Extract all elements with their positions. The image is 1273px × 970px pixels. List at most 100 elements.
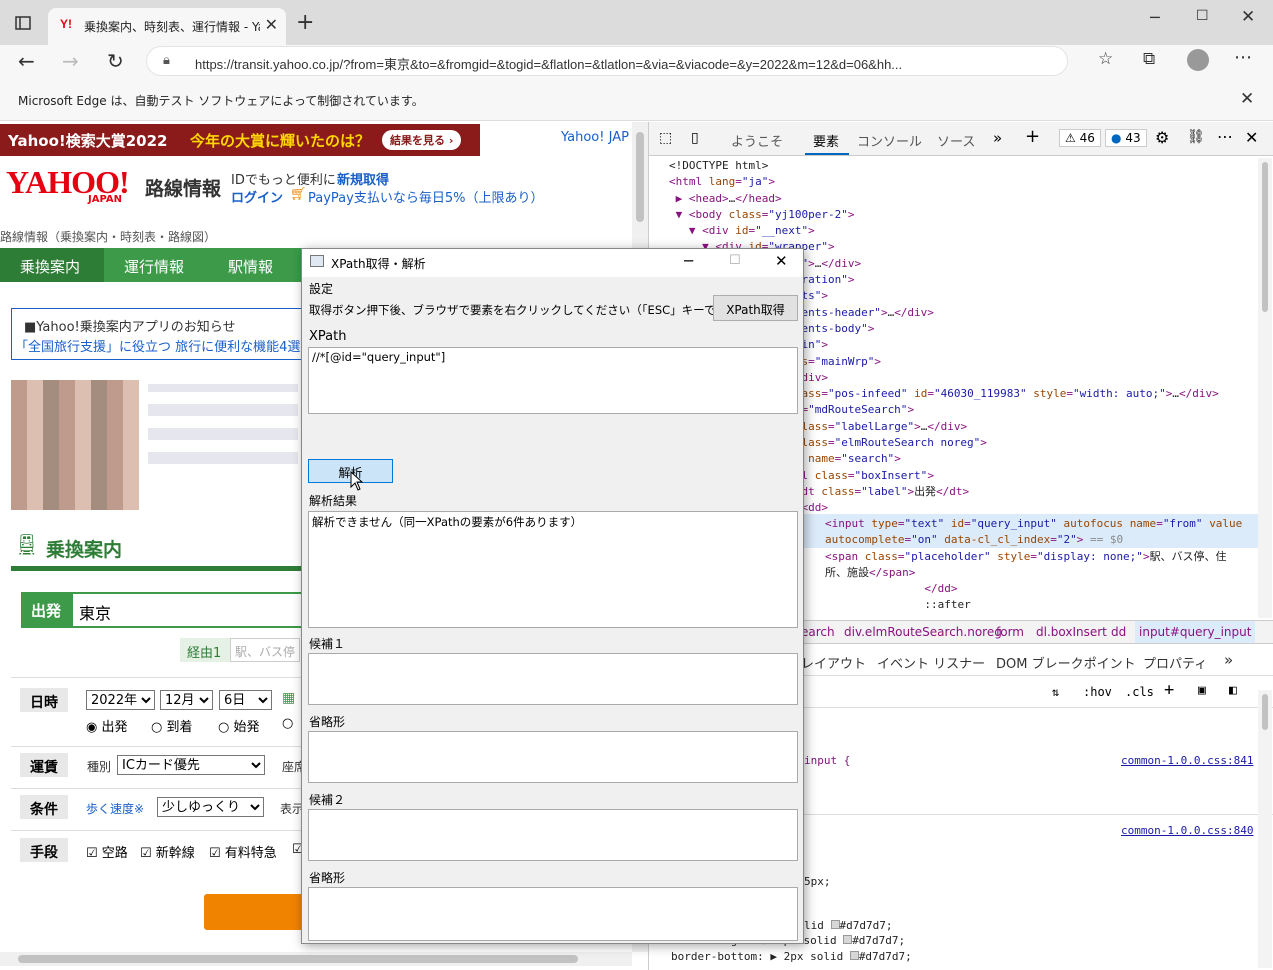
forward-icon[interactable]: → [62, 49, 79, 73]
color-swatch[interactable] [849, 951, 859, 960]
settings-more-icon[interactable]: ⋯ [1234, 47, 1252, 68]
add-tab-icon[interactable]: + [1025, 126, 1040, 147]
dialog-maximize-icon[interactable]: ☐ [729, 253, 741, 268]
minimize-icon[interactable]: ─ [1150, 8, 1160, 27]
infobar-close-icon[interactable]: ✕ [1240, 89, 1254, 109]
connect-icon[interactable]: ⛓ [1187, 129, 1205, 145]
yahoo-logo[interactable]: YAHOO! JAPAN [6, 164, 146, 210]
crumb-search[interactable]: earch [801, 625, 835, 639]
signup-link[interactable]: 新規取得 [337, 169, 389, 188]
inspect-icon[interactable]: ⬚ [659, 130, 672, 146]
month-select[interactable]: 12月 [160, 690, 213, 710]
messages-badge[interactable]: ● 43 [1105, 129, 1147, 147]
style-source-link-1[interactable]: common-1.0.0.css:841 [1121, 754, 1253, 767]
notice-link[interactable]: 「全国旅行支援」に役立つ 旅行に便利な機能4選 [15, 336, 300, 355]
favorites-icon[interactable]: ☆ [1098, 49, 1113, 69]
devtools-close-icon[interactable]: ✕ [1245, 128, 1258, 147]
more-menu-icon[interactable]: ⋯ [1217, 127, 1233, 146]
refresh-icon[interactable]: ↻ [107, 49, 124, 73]
login-link[interactable]: ログイン [231, 187, 283, 206]
nav-station[interactable]: 駅情報 [228, 256, 273, 277]
style-source-link-2[interactable]: common-1.0.0.css:840 [1121, 824, 1253, 837]
year-select[interactable]: 2022年 [86, 690, 155, 710]
depart-field[interactable]: 出発 東京 [21, 592, 311, 628]
crumb-div[interactable]: div.elmRouteSearch.noreg [844, 625, 1002, 639]
candidate2-textbox[interactable] [308, 809, 798, 861]
lock-icon[interactable]: 🔒︎ [163, 53, 170, 68]
warnings-badge[interactable]: ⚠ 46 [1059, 129, 1101, 147]
check-air[interactable]: ☑ 空路 [86, 842, 128, 861]
dom-scroll-thumb[interactable] [1262, 162, 1268, 312]
ad-text-blurred[interactable] [148, 384, 298, 464]
nav-service[interactable]: 運行情報 [124, 256, 184, 277]
maximize-icon[interactable]: ☐ [1196, 8, 1209, 24]
abbr2-textbox[interactable] [308, 887, 798, 941]
dom-scrollbar[interactable] [1258, 158, 1272, 618]
selected-node-code[interactable]: <input type="text" id="query_input" auto… [825, 516, 1242, 614]
style-prop-1[interactable]: lid #d7d7d7; [804, 919, 892, 932]
device-icon[interactable]: ▯ [691, 130, 699, 146]
hov-toggle[interactable]: :hov [1083, 685, 1112, 699]
subtab-dom-breakpoints[interactable]: DOM ブレークポイント [996, 653, 1136, 672]
cls-toggle[interactable]: .cls [1125, 685, 1154, 699]
subtab-properties[interactable]: プロパティ [1143, 653, 1207, 672]
tab-welcome[interactable]: ようこそ [731, 131, 783, 150]
crumb-dd[interactable]: dd [1111, 625, 1126, 639]
check-shinkansen[interactable]: ☑ 新幹線 [140, 842, 195, 861]
result-textbox[interactable]: 解析できません（同一XPathの要素が6件あります） [308, 511, 798, 628]
dialog-close-icon[interactable]: ✕ [775, 252, 788, 270]
tab-sources[interactable]: ソース [937, 131, 975, 150]
check-express[interactable]: ☑ 有料特急 [209, 842, 277, 861]
color-swatch[interactable] [843, 935, 853, 944]
radio-last[interactable]: ○ [282, 716, 293, 731]
search-button[interactable] [204, 894, 314, 930]
window-close-icon[interactable]: ✕ [1241, 7, 1255, 27]
radio-arrive[interactable]: ○ 到着 [151, 716, 193, 735]
candidate1-textbox[interactable] [308, 653, 798, 705]
dialog-titlebar[interactable]: XPath取得・解析 ─ ☐ ✕ [302, 249, 803, 277]
day-select[interactable]: 6日 [219, 690, 272, 710]
xpath-get-button[interactable]: XPath取得 [713, 295, 798, 321]
via-input[interactable]: 駅、バス停 [230, 638, 300, 662]
computed-icon[interactable]: ▣ [1198, 683, 1206, 698]
promo-banner[interactable]: Yahoo!検索大賞2022 今年の大賞に輝いたのは？ 結果を見る › [0, 124, 480, 156]
radio-depart[interactable]: ◉ 出発 [86, 716, 128, 735]
more-tabs-icon[interactable]: » [993, 129, 1002, 147]
calendar-icon[interactable]: ▦ [282, 690, 295, 706]
fare-select[interactable]: ICカード優先 [117, 755, 265, 775]
tab-close-icon[interactable]: ✕ [265, 15, 278, 34]
yahoo-japan-link[interactable]: Yahoo! JAP [561, 130, 629, 145]
tab-elements[interactable]: 要素 [813, 131, 839, 150]
crumb-input[interactable]: input#query_input [1135, 621, 1256, 643]
abbr1-textbox[interactable] [308, 731, 798, 783]
sidebar-toggle-icon[interactable]: ◧ [1229, 683, 1237, 698]
dialog-minimize-icon[interactable]: ─ [684, 252, 693, 270]
subtab-listeners[interactable]: イベント リスナー [877, 653, 985, 672]
toggle-icon[interactable]: ⇅ [1052, 685, 1059, 699]
crumb-dl[interactable]: dl.boxInsert [1036, 625, 1107, 639]
radio-first[interactable]: ○ 始発 [218, 716, 260, 735]
hscroll-thumb[interactable] [18, 955, 578, 963]
subtab-layout[interactable]: レイアウト [801, 653, 866, 672]
page-hscrollbar[interactable] [0, 952, 632, 966]
browser-tab[interactable]: Y! 乗換案内、時刻表、運行情報 - Ya ✕ [48, 8, 286, 45]
new-tab-icon[interactable]: + [296, 10, 314, 35]
color-swatch[interactable] [830, 920, 840, 929]
address-bar[interactable]: 🔒︎ https://transit.yahoo.co.jp/?from=東京&… [146, 46, 1068, 76]
tab-actions-icon[interactable] [14, 14, 32, 32]
paypay-link[interactable]: PayPay支払いなら毎日5%（上限あり） [308, 187, 543, 206]
more-subtabs-icon[interactable]: » [1224, 651, 1233, 669]
back-icon[interactable]: ← [18, 49, 35, 73]
styles-scroll-thumb[interactable] [1262, 694, 1268, 730]
style-prop-3[interactable]: border-bottom: ▶ 2px solid #d7d7d7; [671, 950, 912, 963]
collections-icon[interactable]: ⧉ [1143, 49, 1155, 69]
new-rule-icon[interactable]: + [1164, 680, 1174, 700]
styles-scrollbar[interactable] [1258, 690, 1272, 968]
nav-transit[interactable]: 乗換案内 [0, 248, 104, 282]
ad-image[interactable] [11, 380, 139, 510]
style-prop-5px[interactable]: 5px; [804, 875, 831, 888]
depart-input[interactable]: 東京 [79, 600, 111, 624]
vscroll-thumb[interactable] [636, 132, 644, 222]
settings-gear-icon[interactable]: ⚙ [1155, 128, 1169, 147]
xpath-textbox[interactable]: //*[@id="query_input"] [308, 347, 798, 414]
